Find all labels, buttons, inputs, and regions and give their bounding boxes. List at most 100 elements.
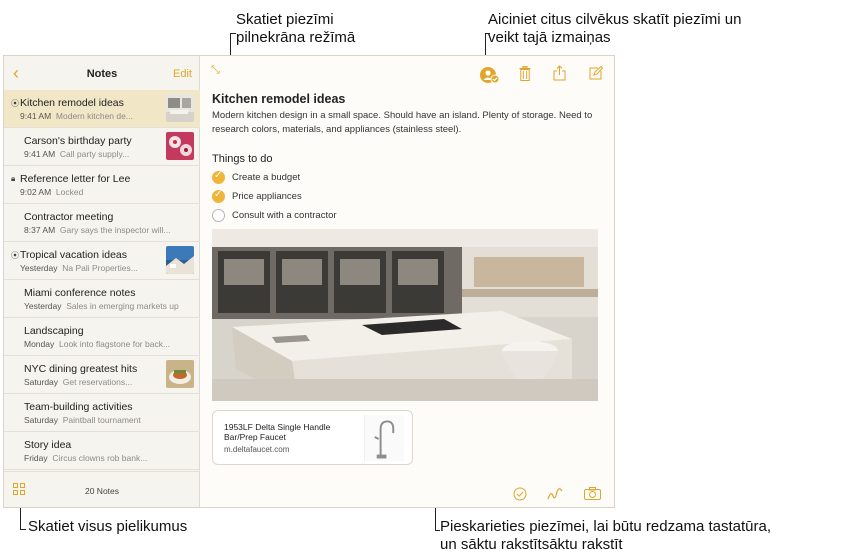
checklist-checkbox-checked[interactable] xyxy=(212,170,225,184)
link-title: 1953LF Delta Single Handle Bar/Prep Fauc… xyxy=(224,422,331,442)
kitchen-photo-attachment[interactable] xyxy=(212,229,598,401)
sketch-icon[interactable] xyxy=(547,486,563,505)
note-thumbnail-cupcakes xyxy=(166,132,194,160)
note-item-meta: 9:41 AM Modern kitchen de... xyxy=(20,111,133,121)
note-item-meta: Yesterday Sales in emerging markets up xyxy=(24,301,179,311)
note-item-time: 9:41 AM xyxy=(20,111,52,121)
note-item-time: 9:02 AM xyxy=(20,187,52,197)
checklist-item[interactable]: Consult with a contractor xyxy=(232,210,337,221)
callout-collaborate-line1: Aiciniet citus cilvēkus skatīt piezīmi u… xyxy=(488,11,742,28)
link-preview-card[interactable]: 1953LF Delta Single Handle Bar/Prep Fauc… xyxy=(212,410,413,465)
note-editor[interactable]: ⤡ Kitchen remodel ideas Modern kitchen d… xyxy=(201,56,615,507)
note-item-meta: Monday Look into flagstone for back... xyxy=(24,339,170,349)
note-item-time: Saturday xyxy=(24,377,59,387)
note-item-time: Monday xyxy=(24,339,55,349)
note-item-time: Saturday xyxy=(24,415,59,425)
note-list-item[interactable]: ⦿ Tropical vacation ideas Yesterday Na P… xyxy=(4,242,200,280)
callout-keyboard-line1: Pieskarieties piezīmei, lai būtu redzama… xyxy=(440,518,771,535)
people-icon: ⦿ xyxy=(11,251,19,260)
note-item-preview: Call party supply... xyxy=(59,149,130,159)
faucet-thumbnail xyxy=(364,415,404,461)
note-item-time: Friday xyxy=(24,453,48,463)
note-item-time: 8:37 AM xyxy=(24,225,56,235)
note-list-item[interactable]: Landscaping Monday Look into flagstone f… xyxy=(4,318,200,356)
note-list-item[interactable]: NYC dining greatest hits Saturday Get re… xyxy=(4,356,200,394)
note-item-meta: Saturday Paintball tournament xyxy=(24,415,141,425)
note-list-item[interactable]: Team-building activities Saturday Paintb… xyxy=(4,394,200,432)
note-item-title: Landscaping xyxy=(24,325,84,337)
callout-attachments: Skatiet visus pielikumus xyxy=(28,518,188,535)
note-item-title: Tropical vacation ideas xyxy=(20,249,127,261)
edit-button[interactable]: Edit xyxy=(173,68,192,80)
note-item-time: Yesterday xyxy=(24,301,62,311)
callout-keyboard-line2: un sāktu rakstītsāktu rakstīt xyxy=(440,536,623,553)
note-item-meta: Yesterday Na Pali Properties... xyxy=(20,263,138,273)
note-item-title: NYC dining greatest hits xyxy=(24,363,138,375)
callout-collaborate: Aiciniet citus cilvēkus skatīt piezīmi u… xyxy=(488,11,741,47)
checklist-item[interactable]: Price appliances xyxy=(232,191,302,202)
note-item-preview: Modern kitchen de... xyxy=(55,111,133,121)
note-item-preview: Circus clowns rob bank... xyxy=(52,453,148,463)
note-thumbnail-tropical xyxy=(166,246,194,274)
note-item-title: Carson's birthday party xyxy=(24,135,132,147)
notes-app-window: ‹ Notes Edit ⦿ Kitchen remodel ideas 9:4… xyxy=(3,55,615,508)
callout-attachments-tick xyxy=(20,529,26,530)
note-item-title: Team-building activities xyxy=(24,401,133,413)
note-item-preview: Paintball tournament xyxy=(62,415,141,425)
camera-icon[interactable] xyxy=(584,487,601,503)
note-list-item[interactable]: Contractor meeting 8:37 AM Gary says the… xyxy=(4,204,200,242)
callout-keyboard-tick xyxy=(435,530,440,531)
note-item-title: Story idea xyxy=(24,439,72,451)
note-list-item[interactable]: Carson's birthday party 9:41 AM Call par… xyxy=(4,128,200,166)
checklist-title[interactable]: Things to do xyxy=(212,153,273,165)
fullscreen-icon[interactable]: ⤡ xyxy=(211,64,220,77)
note-item-meta: Saturday Get reservations... xyxy=(24,377,132,387)
note-item-preview: Gary says the inspector will... xyxy=(59,225,171,235)
share-icon[interactable] xyxy=(553,65,566,84)
note-item-preview: Look into flagstone for back... xyxy=(58,339,171,349)
checklist-checkbox-checked[interactable] xyxy=(212,189,225,203)
note-item-meta: 8:37 AM Gary says the inspector will... xyxy=(24,225,170,235)
note-item-preview: Na Pali Properties... xyxy=(62,263,138,273)
sidebar-header: ‹ Notes Edit xyxy=(4,56,200,90)
link-url: m.deltafaucet.com xyxy=(224,445,290,454)
note-thumbnail-food xyxy=(166,360,194,388)
note-list-item[interactable]: Story idea Friday Circus clowns rob bank… xyxy=(4,432,200,470)
note-body[interactable]: Modern kitchen design in a small space. … xyxy=(212,109,602,137)
note-list-item[interactable]: ⦿ Kitchen remodel ideas 9:41 AM Modern k… xyxy=(4,90,200,128)
callout-fullscreen-tick xyxy=(230,33,236,34)
callout-fullscreen-line1: Skatiet piezīmi xyxy=(236,11,334,28)
callout-fullscreen-line2: pilnekrāna režīmā xyxy=(236,29,356,46)
compose-icon[interactable] xyxy=(589,65,604,83)
checklist-item[interactable]: Create a budget xyxy=(232,172,300,183)
note-item-preview: Get reservations... xyxy=(62,377,133,387)
note-item-time: Yesterday xyxy=(20,263,58,273)
callout-collaborate-line2: veikt tajā izmaiņas xyxy=(488,29,611,46)
note-item-preview: Locked xyxy=(55,187,84,197)
sidebar-title: Notes xyxy=(86,68,118,80)
note-thumbnail-kitchen xyxy=(166,94,194,122)
checklist-checkbox-unchecked[interactable] xyxy=(212,209,225,222)
checklist-icon[interactable] xyxy=(513,487,527,504)
note-list-item[interactable]: 🔒︎ Reference letter for Lee 9:02 AM Lock… xyxy=(4,166,200,204)
note-title[interactable]: Kitchen remodel ideas xyxy=(212,92,345,106)
note-item-time: 9:41 AM xyxy=(24,149,56,159)
callout-keyboard: Pieskarieties piezīmei, lai būtu redzama… xyxy=(440,518,771,554)
notes-count: 20 Notes xyxy=(84,486,120,496)
note-item-meta: 9:41 AM Call party supply... xyxy=(24,149,129,159)
callout-collaborate-tick xyxy=(485,33,490,34)
callout-fullscreen: Skatiet piezīmi pilnekrāna režīmā xyxy=(236,11,355,47)
sidebar-footer: 20 Notes xyxy=(4,471,200,507)
note-list-item[interactable]: Miami conference notes Yesterday Sales i… xyxy=(4,280,200,318)
add-people-icon[interactable] xyxy=(480,66,500,84)
note-item-title: Kitchen remodel ideas xyxy=(20,97,124,109)
note-item-title: Reference letter for Lee xyxy=(20,173,131,185)
notes-sidebar: ‹ Notes Edit ⦿ Kitchen remodel ideas 9:4… xyxy=(4,56,200,507)
note-item-title: Contractor meeting xyxy=(24,211,114,223)
note-item-preview: Sales in emerging markets up xyxy=(66,301,179,311)
note-item-meta: 9:02 AM Locked xyxy=(20,187,83,197)
note-item-meta: Friday Circus clowns rob bank... xyxy=(24,453,147,463)
trash-icon[interactable] xyxy=(519,65,531,84)
people-icon: ⦿ xyxy=(11,99,19,108)
note-item-title: Miami conference notes xyxy=(24,287,136,299)
